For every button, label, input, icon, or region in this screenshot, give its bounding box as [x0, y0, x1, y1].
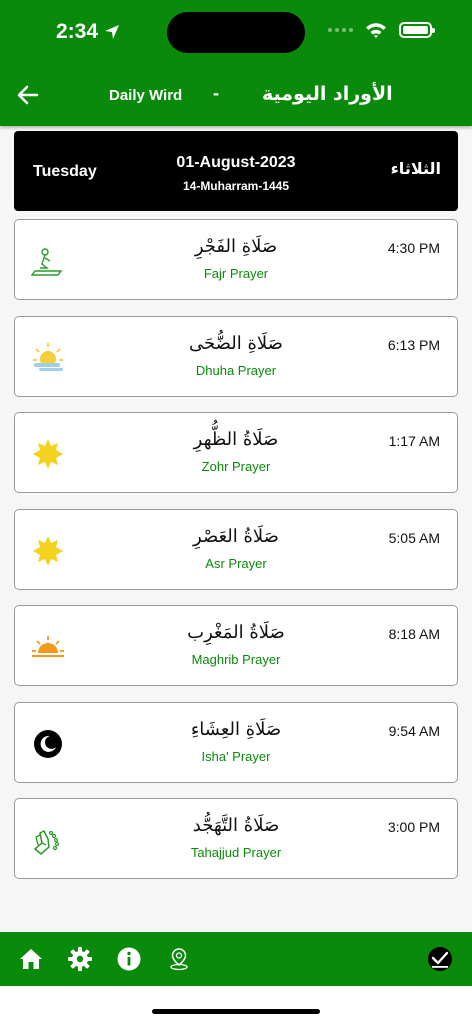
- app-bar: Daily Wird - الأوراد اليومية: [0, 68, 472, 126]
- prayer-card-dhuha[interactable]: صَلَاةِ الضُّحَى Dhuha Prayer 6:13 PM: [14, 316, 458, 397]
- prayer-time: 4:30 PM: [387, 240, 440, 256]
- prayer-card-asr[interactable]: صَلَاةُ العَصْرِ Asr Prayer 5:05 AM: [14, 509, 458, 590]
- checkmark-icon[interactable]: [427, 946, 453, 972]
- prayer-time: 3:00 PM: [387, 819, 440, 835]
- prayer-name-english: Zohr Prayer: [201, 459, 271, 474]
- bottom-navigation: [0, 932, 472, 986]
- prayer-card-tahajjud[interactable]: صَلَاةُ التَّهَجُّد Tahajjud Prayer 3:00…: [14, 798, 458, 879]
- home-icon[interactable]: [18, 946, 44, 972]
- prayer-card-maghrib[interactable]: صَلَاةُ المَغْرِب Maghrib Prayer 8:18 AM: [14, 605, 458, 686]
- home-indicator-area: [0, 986, 472, 1024]
- hijri-date: 14-Muharram-1445: [182, 179, 290, 193]
- prayer-card-fajr[interactable]: صَلَاةِ الفَجْرِ Fajr Prayer 4:30 PM: [14, 219, 458, 300]
- battery-icon: [399, 22, 435, 38]
- prayer-name-english: Maghrib Prayer: [191, 652, 281, 667]
- cellular-signal-icon: [328, 28, 353, 32]
- info-icon[interactable]: [116, 946, 142, 972]
- home-indicator[interactable]: [152, 1009, 320, 1014]
- status-bar: 2:34: [0, 0, 472, 68]
- prayer-time: 1:17 AM: [388, 433, 440, 449]
- prayer-time: 8:18 AM: [388, 626, 440, 642]
- location-pin-icon[interactable]: [166, 946, 192, 972]
- date-header: Tuesday 01-August-2023 14-Muharram-1445 …: [14, 131, 458, 211]
- settings-icon[interactable]: [67, 946, 93, 972]
- prayer-time: 6:13 PM: [387, 337, 440, 353]
- prayer-name-english: Dhuha Prayer: [195, 363, 277, 378]
- prayer-name-english: Tahajjud Prayer: [190, 845, 282, 860]
- status-icons: [328, 22, 435, 38]
- prayer-name-english: Fajr Prayer: [203, 266, 269, 281]
- title-separator: -: [213, 83, 219, 103]
- back-arrow-icon[interactable]: [15, 82, 41, 108]
- page-title-english: Daily Wird: [109, 87, 183, 104]
- prayer-card-isha[interactable]: صَلَاةِ العِشَاءِ Isha' Prayer 9:54 AM: [14, 702, 458, 783]
- prayer-time: 5:05 AM: [388, 530, 440, 546]
- status-time-text: 2:34: [56, 20, 99, 43]
- day-name-arabic: الثلاثاء: [390, 159, 441, 178]
- prayer-name-english: Asr Prayer: [205, 556, 267, 571]
- wifi-icon: [366, 23, 386, 38]
- status-time: 2:34: [56, 20, 120, 44]
- prayer-time: 9:54 AM: [388, 723, 440, 739]
- prayer-card-zohr[interactable]: صَلَاةُ الظُّهرِ Zohr Prayer 1:17 AM: [14, 412, 458, 493]
- page-title-arabic: الأوراد اليومية: [262, 83, 393, 105]
- location-arrow-icon: [105, 25, 120, 39]
- dynamic-island: [167, 12, 305, 53]
- prayer-name-english: Isha' Prayer: [201, 749, 271, 764]
